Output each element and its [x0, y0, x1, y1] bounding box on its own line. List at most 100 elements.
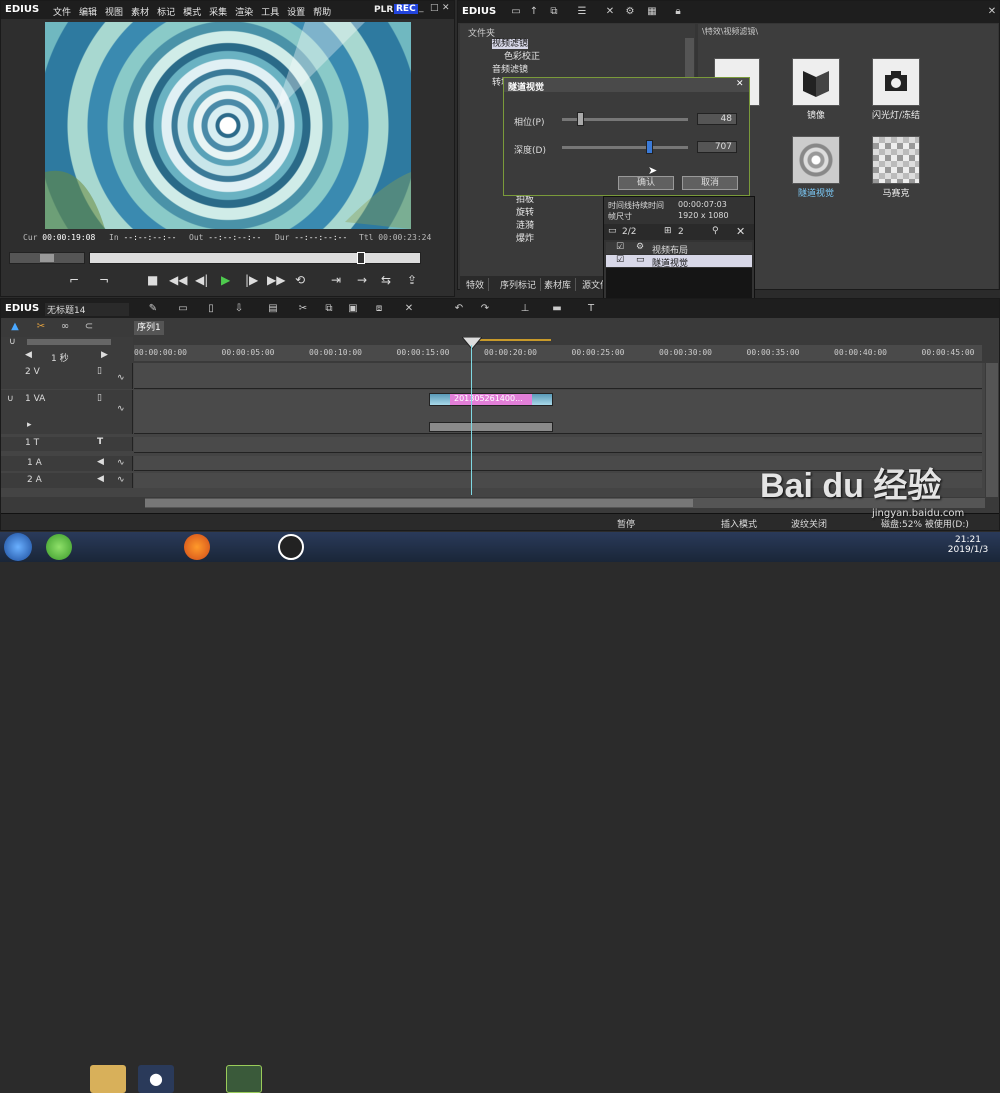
- bin-tab[interactable]: 特效: [462, 278, 490, 291]
- render-icon[interactable]: ▬: [551, 303, 563, 315]
- delete-icon[interactable]: ✕: [403, 303, 415, 315]
- depth-slider[interactable]: [562, 140, 688, 154]
- menu-item[interactable]: 工具: [261, 8, 279, 18]
- up-icon[interactable]: ↑: [528, 6, 540, 18]
- copy-icon[interactable]: ⧉: [548, 6, 560, 18]
- taskbar-firefox-icon[interactable]: [184, 534, 210, 560]
- speaker-icon[interactable]: ◀: [97, 457, 104, 467]
- track-head-1t[interactable]: 1 T T: [1, 437, 133, 451]
- sequence-tab[interactable]: 序列1: [134, 321, 164, 335]
- tree-item[interactable]: 音频滤镜: [480, 64, 680, 77]
- cut-icon[interactable]: ✂: [297, 303, 309, 315]
- redo-icon[interactable]: ↷: [479, 303, 491, 315]
- mosaic-thumb[interactable]: [872, 136, 920, 184]
- sync-icon[interactable]: ✂: [35, 321, 47, 333]
- export-icon[interactable]: ▤: [267, 303, 279, 315]
- rec-mode[interactable]: REC: [394, 4, 418, 14]
- mark-out-icon[interactable]: ¬: [99, 273, 109, 287]
- taskbar-edius-icon[interactable]: [226, 1065, 262, 1093]
- tree-item[interactable]: 色彩校正: [480, 51, 680, 64]
- checkbox-icon[interactable]: ☑: [616, 242, 624, 252]
- track-wave-icon[interactable]: ∿: [117, 373, 125, 383]
- menu-item[interactable]: 设置: [287, 8, 305, 18]
- insert-icon[interactable]: →: [357, 273, 367, 287]
- phase-knob[interactable]: [577, 112, 585, 126]
- track-lock-icon[interactable]: ▯: [97, 366, 102, 376]
- split-icon[interactable]: ⇆: [381, 273, 391, 287]
- close-icon[interactable]: ✕: [442, 3, 450, 13]
- maximize-icon[interactable]: □: [430, 3, 439, 13]
- phase-slider[interactable]: [562, 112, 688, 126]
- expand-icon[interactable]: ∪: [9, 337, 16, 347]
- stop-icon[interactable]: ■: [147, 273, 158, 287]
- paste-icon[interactable]: ▣: [347, 303, 359, 315]
- group-icon[interactable]: ⊂: [83, 321, 95, 333]
- plr-mode[interactable]: PLR: [374, 5, 393, 15]
- taskbar-explorer-icon[interactable]: [90, 1065, 126, 1093]
- ripple-icon[interactable]: ⧈: [373, 303, 385, 315]
- start-button[interactable]: [4, 533, 32, 561]
- checkbox-icon[interactable]: ☑: [616, 255, 624, 265]
- new-seq-icon[interactable]: ✎: [147, 303, 159, 315]
- close-icon[interactable]: ✕: [986, 6, 998, 18]
- taskbar-qq-icon[interactable]: ●: [138, 1065, 174, 1093]
- step-back-icon[interactable]: ◀|: [195, 273, 208, 287]
- mode-icon[interactable]: ▲: [9, 321, 21, 333]
- menu-item[interactable]: 标记: [157, 8, 175, 18]
- depth-value[interactable]: 707: [697, 141, 737, 153]
- lane-1va[interactable]: [134, 390, 982, 434]
- phase-value[interactable]: 48: [697, 113, 737, 125]
- play-icon[interactable]: ▶: [221, 273, 230, 287]
- minimize-icon[interactable]: _: [419, 3, 424, 13]
- scrub-bar[interactable]: [89, 252, 421, 264]
- bin-tab[interactable]: 素材库: [540, 278, 577, 291]
- copy-icon[interactable]: ⧉: [323, 303, 335, 315]
- scale-right-icon[interactable]: ▶: [101, 350, 108, 360]
- menu-item[interactable]: 模式: [183, 8, 201, 18]
- time-ruler[interactable]: 00:00:00:00 00:00:05:00 00:00:10:00 00:00:1…: [134, 345, 982, 361]
- track-wave-icon[interactable]: ∿: [117, 404, 125, 414]
- menu-item[interactable]: 渲染: [235, 8, 253, 18]
- info-item-0[interactable]: ☑ ⚙ 视频布局: [606, 242, 752, 256]
- menu-item[interactable]: 编辑: [79, 8, 97, 18]
- expand-icon[interactable]: ▸: [27, 420, 32, 430]
- properties-icon[interactable]: ⚙: [624, 6, 636, 18]
- track-head-1va[interactable]: 1 VA ∪ ▯ ∿ ▸: [1, 390, 133, 434]
- arrange-icon[interactable]: ☰: [576, 6, 588, 18]
- info-item-1[interactable]: ☑ ▭ 隧道视觉: [606, 255, 752, 269]
- step-forward-icon[interactable]: |▶: [245, 273, 258, 287]
- menu-item[interactable]: 素材: [131, 8, 149, 18]
- tunnel-vision-thumb[interactable]: [792, 136, 840, 184]
- export-icon[interactable]: ⇪: [407, 273, 417, 287]
- view-icon[interactable]: ▦: [646, 6, 658, 18]
- import-icon[interactable]: ⇩: [233, 303, 245, 315]
- mark-in-icon[interactable]: ⌐: [69, 273, 79, 287]
- track-toggle-icon[interactable]: ∪: [7, 394, 14, 404]
- menu-item[interactable]: 文件: [53, 8, 71, 18]
- track-head-2a[interactable]: 2 A ◀ ∿: [1, 473, 133, 488]
- track-lock-icon[interactable]: ▯: [97, 393, 102, 403]
- track-wave-icon[interactable]: ∿: [117, 458, 125, 468]
- shuttle-slider[interactable]: [9, 252, 85, 264]
- close-icon[interactable]: ✕: [736, 79, 744, 89]
- tree-item[interactable]: 视频滤镜: [480, 38, 680, 51]
- link-icon[interactable]: ∞: [59, 321, 71, 333]
- rewind-icon[interactable]: ◀◀: [169, 273, 187, 287]
- lane-2v[interactable]: [134, 363, 982, 389]
- menu-item[interactable]: 采集: [209, 8, 227, 18]
- playhead-marker[interactable]: [462, 337, 482, 351]
- track-head-1a[interactable]: 1 A ◀ ∿: [1, 456, 133, 471]
- undo-icon[interactable]: ↶: [453, 303, 465, 315]
- menu-item[interactable]: 视图: [105, 8, 123, 18]
- ok-button[interactable]: 确认: [618, 176, 674, 190]
- lock-icon[interactable]: 🔒︎: [672, 6, 684, 18]
- depth-knob[interactable]: [646, 140, 654, 154]
- taskbar-record-icon[interactable]: [278, 534, 304, 560]
- delete-icon[interactable]: ✕: [604, 6, 616, 18]
- title-icon[interactable]: T: [585, 303, 597, 315]
- open-icon[interactable]: ▭: [177, 303, 189, 315]
- video-clip[interactable]: 201305261400...: [429, 393, 553, 406]
- track-wave-icon[interactable]: ∿: [117, 475, 125, 485]
- cancel-button[interactable]: 取消: [682, 176, 738, 190]
- fast-forward-icon[interactable]: ▶▶: [267, 273, 285, 287]
